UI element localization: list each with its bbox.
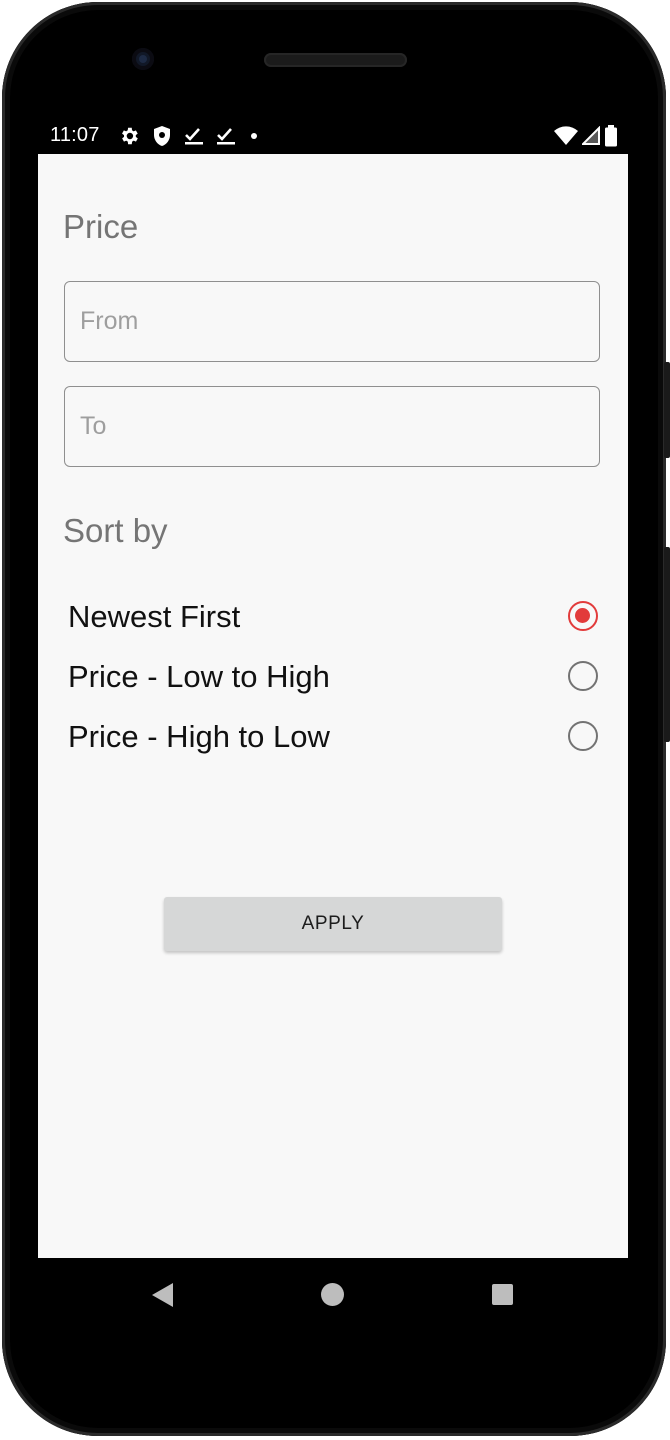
status-time: 11:07 — [50, 124, 100, 146]
dot-icon — [248, 130, 260, 142]
system-icons — [554, 124, 618, 148]
navigation-bar — [38, 1258, 628, 1330]
wifi-icon — [554, 126, 578, 146]
back-icon[interactable] — [151, 1282, 175, 1313]
price-title: Price — [63, 208, 139, 245]
radio-button[interactable] — [568, 661, 598, 691]
shield-icon — [152, 125, 172, 147]
sort-option-newest-first[interactable]: Newest First — [68, 589, 598, 645]
recents-icon[interactable] — [492, 1284, 513, 1305]
price-from-field[interactable] — [64, 281, 600, 362]
notification-icons — [118, 124, 260, 148]
price-to-field[interactable] — [64, 386, 600, 467]
download-check-icon — [184, 126, 204, 146]
radio-button[interactable] — [568, 721, 598, 751]
sort-option-price-high-to-low[interactable]: Price - High to Low — [68, 709, 598, 765]
sort-option-price-low-to-high[interactable]: Price - Low to High — [68, 649, 598, 705]
power-button — [664, 547, 670, 742]
sort-by-title: Sort by — [63, 512, 168, 549]
sort-option-label: Newest First — [68, 599, 241, 634]
sort-option-label: Price - Low to High — [68, 659, 330, 694]
earpiece-speaker — [264, 53, 407, 67]
radio-button-checked[interactable] — [568, 601, 598, 631]
home-icon[interactable] — [321, 1283, 344, 1306]
price-from-input[interactable] — [80, 282, 580, 360]
filter-screen: Price Sort by Newest First Price - Low t… — [38, 154, 628, 1258]
volume-button — [664, 362, 670, 458]
front-camera — [132, 48, 154, 70]
apply-button[interactable]: APPLY — [164, 897, 502, 951]
battery-icon — [604, 125, 618, 147]
sort-option-label: Price - High to Low — [68, 719, 330, 754]
signal-icon — [582, 126, 600, 146]
status-bar: 11:07 — [38, 118, 628, 154]
price-to-input[interactable] — [80, 387, 580, 465]
download-check-icon — [216, 126, 236, 146]
gear-icon — [118, 125, 140, 147]
